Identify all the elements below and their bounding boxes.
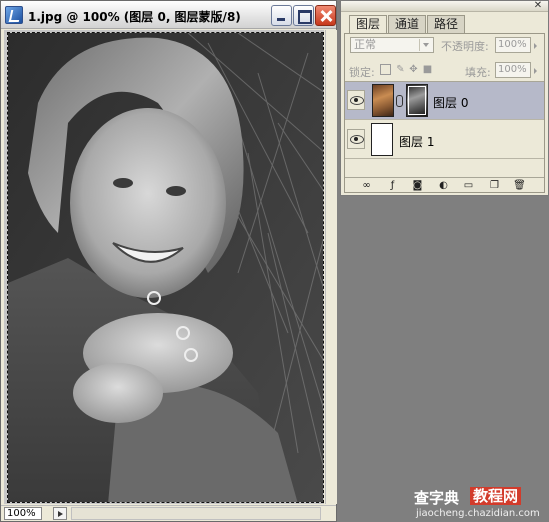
watermark-url: jiaocheng.chazidian.com (416, 508, 540, 519)
chevron-down-icon (419, 39, 431, 51)
lock-label: 锁定: (349, 66, 375, 79)
add-mask-icon[interactable]: ◙ (411, 180, 424, 191)
canvas-area[interactable] (4, 30, 324, 504)
delete-layer-icon[interactable]: 🗑 (513, 180, 526, 191)
layers-panel-body: 正常 不透明度: 100% 锁定: ✎ ✥ ■ 填充: 100% 图层 0 图层… (344, 33, 545, 193)
layer-style-icon[interactable]: ƒ (386, 180, 399, 191)
visibility-eye-icon[interactable] (347, 129, 365, 149)
panel-grip[interactable]: ✕ (341, 1, 548, 12)
visibility-eye-icon[interactable] (347, 90, 365, 110)
status-bar: 100% (1, 505, 336, 521)
new-layer-icon[interactable]: ❐ (488, 180, 501, 191)
fill-label: 填充: (465, 66, 491, 79)
lock-all-icon[interactable]: ■ (422, 64, 433, 75)
fill-field[interactable]: 100% (495, 62, 531, 78)
lock-brush-icon[interactable]: ✎ (395, 64, 406, 75)
layer-name[interactable]: 图层 0 (433, 94, 468, 111)
photoshop-doc-icon (5, 6, 23, 24)
link-icon[interactable]: ∞ (360, 180, 373, 191)
lock-move-icon[interactable]: ✥ (408, 64, 419, 75)
document-window: 1.jpg @ 100% (图层 0, 图层蒙版/8) 100% (0, 0, 337, 522)
layers-panel-footer: ∞ ƒ ◙ ◐ ▭ ❐ 🗑 (345, 177, 544, 193)
tab-channels[interactable]: 通道 (388, 15, 427, 33)
close-button[interactable] (315, 5, 336, 26)
layer-row-layer-0[interactable]: 图层 0 (345, 82, 544, 120)
vertical-scrollbar[interactable] (325, 30, 337, 504)
new-group-icon[interactable]: ▭ (462, 180, 475, 191)
minimize-button[interactable] (271, 5, 292, 26)
document-title: 1.jpg @ 100% (图层 0, 图层蒙版/8) (28, 10, 241, 24)
layers-panel: ✕ 图层 通道 路径 正常 不透明度: 100% 锁定: ✎ ✥ ■ 填充: 1… (340, 0, 549, 196)
watermark-site-name: 查字典 (414, 489, 460, 507)
maximize-button[interactable] (293, 5, 314, 26)
fill-arrow-icon[interactable] (534, 68, 537, 74)
lock-transparency-icon[interactable] (380, 64, 391, 75)
layer-thumbnail[interactable] (372, 84, 394, 117)
opacity-field[interactable]: 100% (495, 37, 531, 53)
layer-name[interactable]: 图层 1 (399, 133, 434, 150)
panel-tabs: 图层 通道 路径 (349, 15, 466, 34)
grayscale-portrait-image (8, 33, 323, 502)
blend-mode-select[interactable]: 正常 (350, 37, 434, 53)
mask-link-icon[interactable] (396, 95, 403, 107)
panel-close-icon[interactable]: ✕ (532, 1, 544, 11)
watermark: 查字典 教程网 jiaocheng.chazidian.com (414, 487, 549, 522)
opacity-label: 不透明度: (441, 40, 489, 53)
blend-mode-value: 正常 (354, 38, 376, 51)
watermark-badge: 教程网 (470, 487, 522, 505)
document-titlebar[interactable]: 1.jpg @ 100% (图层 0, 图层蒙版/8) (1, 1, 336, 29)
adjustment-layer-icon[interactable]: ◐ (437, 180, 450, 191)
zoom-field[interactable]: 100% (4, 507, 42, 520)
opacity-arrow-icon[interactable] (534, 43, 537, 49)
layer-row-layer-1[interactable]: 图层 1 (345, 121, 544, 159)
horizontal-scrollbar[interactable] (71, 507, 321, 520)
status-menu-arrow-icon[interactable] (53, 507, 67, 520)
photo-canvas[interactable] (7, 32, 324, 503)
layer-mask-thumbnail[interactable] (406, 84, 428, 117)
tab-layers[interactable]: 图层 (349, 15, 388, 34)
layers-list: 图层 0 图层 1 (345, 81, 544, 177)
layer-thumbnail[interactable] (371, 123, 393, 156)
tab-paths[interactable]: 路径 (427, 15, 466, 33)
